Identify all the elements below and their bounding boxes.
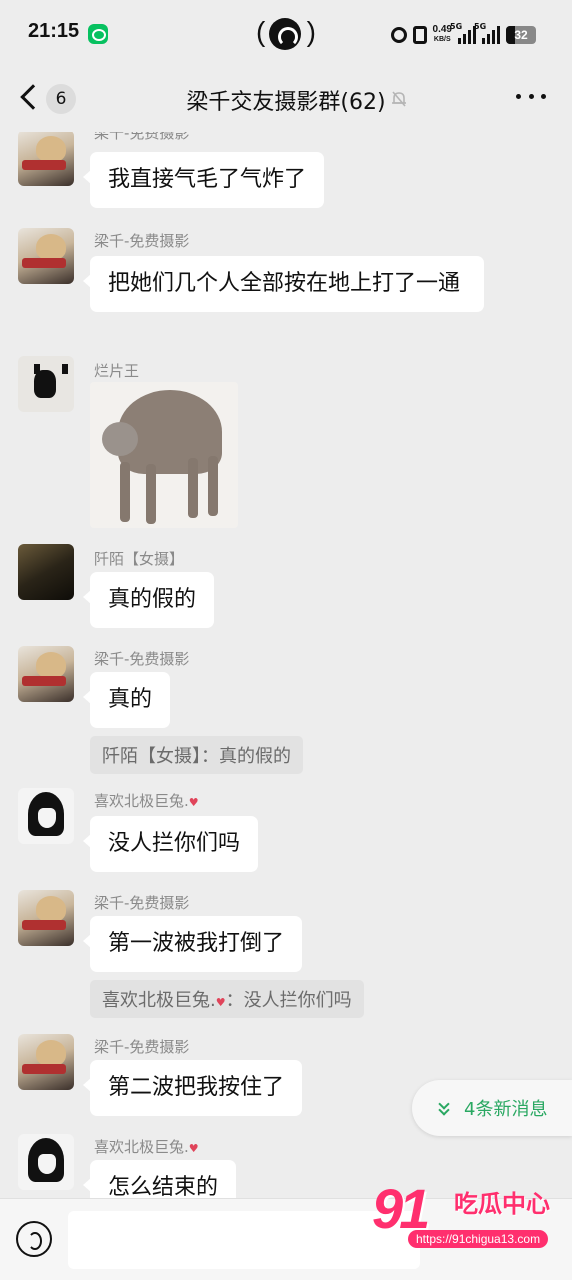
message-bubble[interactable]: 没人拦你们吗	[82, 816, 259, 872]
new-messages-label: 4条新消息	[464, 1099, 548, 1120]
avatar[interactable]	[18, 228, 74, 284]
message-bubble[interactable]: 我直接气毛了气炸了	[82, 152, 325, 208]
mute-bell-icon	[392, 91, 406, 107]
avatar[interactable]	[18, 544, 74, 600]
signal-icon-2: 5G	[474, 22, 500, 44]
sender-name: 梁千-免费摄影	[94, 650, 190, 668]
sender-name: 梁千-免费摄影	[94, 894, 190, 912]
watermark-logo: 91 吃瓜中心 https://91chigua13.com	[372, 1176, 562, 1256]
sender-name: 阡陌【女摄】	[94, 550, 185, 568]
chat-title: 梁千交友摄影群(62)	[186, 90, 386, 115]
sender-name: 喜欢北极巨兔.♥	[94, 1138, 199, 1156]
cat-sticker-image[interactable]	[90, 382, 238, 528]
voice-input-icon[interactable]	[16, 1221, 52, 1257]
heart-icon: ♥	[188, 796, 199, 809]
watermark-name: 吃瓜中心	[454, 1190, 550, 1218]
avatar[interactable]	[18, 132, 74, 186]
message-bubble[interactable]: 真的假的	[82, 572, 215, 628]
status-bar: 21:15 () 0.49 KB/S 5G 5G 32	[0, 0, 572, 66]
watermark-url: https://91chigua13.com	[408, 1230, 549, 1248]
sender-name: 喜欢北极巨兔.♥	[94, 792, 199, 810]
message-bubble[interactable]: 第一波被我打倒了	[82, 916, 303, 972]
sender-name: 烂片王	[94, 362, 140, 380]
wechat-notification-icon	[88, 24, 108, 44]
avatar[interactable]	[18, 1134, 74, 1190]
avatar[interactable]	[18, 646, 74, 702]
avatar[interactable]	[18, 788, 74, 844]
heart-icon: ♥	[215, 996, 226, 1009]
hotspot-icon: ()	[256, 16, 316, 52]
message-bubble[interactable]: 把她们几个人全部按在地上打了一通	[83, 256, 484, 312]
chat-header: 6 梁千交友摄影群(62)	[0, 66, 572, 132]
message-bubble[interactable]: 真的	[82, 672, 171, 728]
status-indicators: 0.49 KB/S 5G 5G 32	[390, 22, 536, 46]
quoted-reply[interactable]: 阡陌【女摄】：真的假的	[90, 736, 303, 774]
quoted-reply[interactable]: 喜欢北极巨兔.♥：没人拦你们吗	[90, 980, 364, 1018]
sender-name: 梁千-免费摄影	[94, 132, 190, 142]
battery-icon: 32	[506, 26, 536, 44]
message-bubble[interactable]: 第二波把我按住了	[82, 1060, 303, 1116]
alarm-icon	[390, 27, 407, 43]
avatar[interactable]	[18, 356, 74, 412]
new-messages-button[interactable]: 4条新消息	[412, 1080, 572, 1136]
vibrate-icon	[412, 26, 427, 44]
more-options-button[interactable]	[516, 94, 546, 102]
avatar[interactable]	[18, 1034, 74, 1090]
status-time: 21:15	[28, 20, 80, 42]
sender-name: 梁千-免费摄影	[94, 1038, 190, 1056]
double-chevron-down-icon	[438, 1098, 452, 1116]
message-input[interactable]	[68, 1211, 420, 1269]
heart-icon: ♥	[188, 1142, 199, 1155]
chat-message-list[interactable]: 梁千-免费摄影 我直接气毛了气炸了 梁千-免费摄影 把她们几个人全部按在地上打了…	[0, 132, 572, 1198]
sender-name: 梁千-免费摄影	[94, 232, 190, 250]
message-bubble[interactable]: 怎么结束的	[82, 1160, 237, 1198]
avatar[interactable]	[18, 890, 74, 946]
